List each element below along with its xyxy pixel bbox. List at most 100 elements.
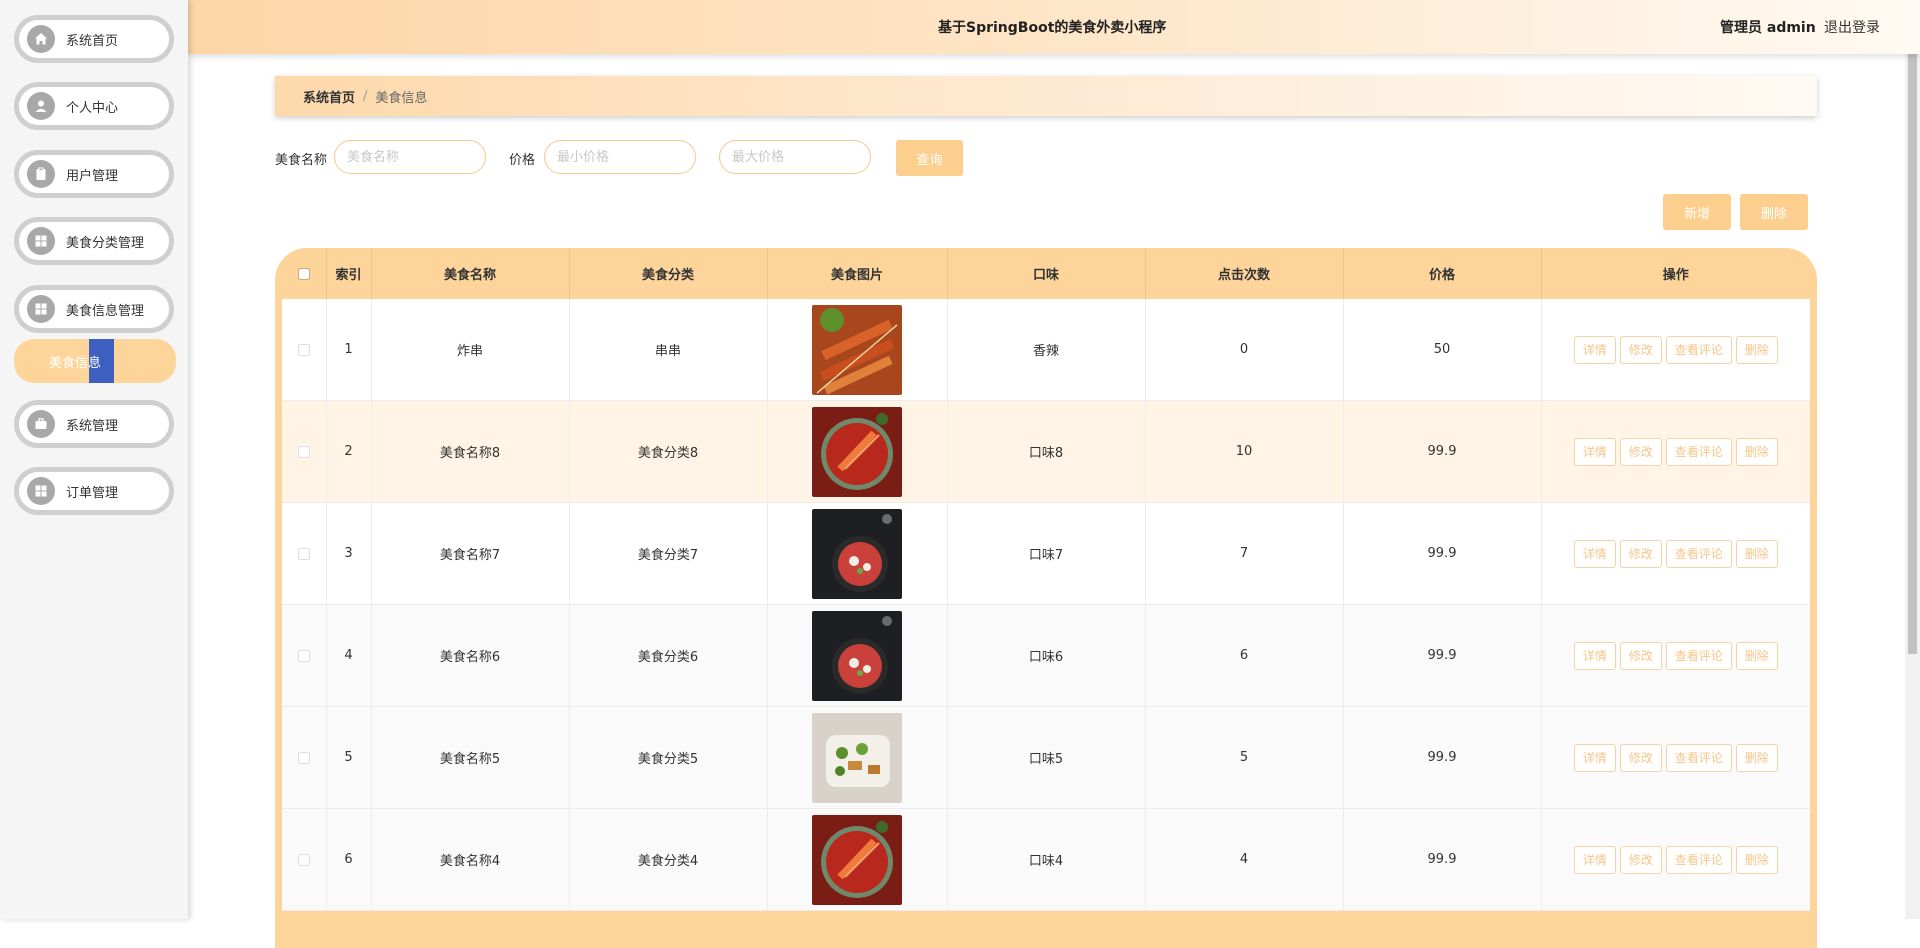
row-checkbox[interactable]: [297, 853, 310, 866]
table-row[interactable]: 3 美食名称7 美食分类7 口味7 7 99.9 详情 修改 查看评论 删除: [282, 502, 1810, 605]
cell-food-category: 美食分类4: [569, 808, 768, 911]
select-all-checkbox[interactable]: [297, 267, 310, 280]
cell-food-category: 串串: [569, 299, 768, 401]
row-checkbox[interactable]: [297, 343, 310, 356]
cell-price: 50: [1343, 299, 1542, 401]
delete-row-button[interactable]: 删除: [1735, 641, 1778, 670]
cell-food-category: 美食分类6: [569, 604, 768, 707]
batch-delete-button[interactable]: 删除: [1740, 194, 1808, 230]
delete-row-button[interactable]: 删除: [1735, 743, 1778, 772]
food-photo: [768, 610, 947, 701]
cell-price: 99.9: [1343, 808, 1542, 911]
table-row[interactable]: 4 美食名称6 美食分类6 口味6 6 99.9 详情 修改 查看评论 删除: [282, 604, 1810, 707]
max-price-input[interactable]: [719, 140, 871, 174]
scrollbar-thumb[interactable]: [1908, 2, 1917, 654]
column-header: 操作: [1541, 248, 1810, 299]
app-title: 基于SpringBoot的美食外卖小程序: [938, 20, 1167, 36]
query-button[interactable]: 查询: [896, 140, 963, 176]
detail-button[interactable]: 详情: [1573, 641, 1616, 670]
view-comments-button[interactable]: 查看评论: [1665, 743, 1732, 772]
column-header: 索引: [326, 248, 372, 299]
cell-flavor: 口味6: [947, 604, 1146, 707]
price-label: 价格: [509, 153, 536, 168]
add-button[interactable]: 新增: [1663, 194, 1731, 230]
sidebar-item-profile[interactable]: 个人中心: [14, 82, 174, 130]
row-checkbox[interactable]: [297, 445, 310, 458]
sidebar-subitem-food-info[interactable]: 美食信息: [14, 339, 176, 383]
cell-clicks: 10: [1145, 400, 1344, 503]
edit-button[interactable]: 修改: [1619, 539, 1662, 568]
top-header: 基于SpringBoot的美食外卖小程序 管理员 admin 退出登录: [188, 0, 1920, 54]
edit-button[interactable]: 修改: [1619, 335, 1662, 364]
edit-button[interactable]: 修改: [1619, 437, 1662, 466]
food-name-input[interactable]: [334, 140, 486, 174]
grid-icon: [27, 477, 55, 505]
food-photo: [768, 712, 947, 803]
cell-food-name: 美食名称4: [371, 808, 570, 911]
sidebar-subitem-label: 美食信息: [49, 355, 102, 371]
delete-row-button[interactable]: 删除: [1735, 335, 1778, 364]
sidebar: 系统首页 个人中心 用户管理 美食分类管理 美食信息管理 美食信息 系统管理 订…: [0, 0, 188, 919]
home-icon: [27, 25, 55, 53]
food-photo: [768, 814, 947, 905]
cell-price: 99.9: [1343, 502, 1542, 605]
delete-row-button[interactable]: 删除: [1735, 437, 1778, 466]
sidebar-item-label: 系统管理: [66, 418, 119, 434]
cell-food-name: 美食名称5: [371, 706, 570, 809]
delete-row-button[interactable]: 删除: [1735, 845, 1778, 874]
sidebar-item-label: 个人中心: [66, 100, 119, 116]
delete-row-button[interactable]: 删除: [1735, 539, 1778, 568]
clipboard-icon: [27, 160, 55, 188]
sidebar-item-home[interactable]: 系统首页: [14, 15, 174, 63]
header-select-all: [282, 248, 327, 299]
sidebar-item-label: 美食分类管理: [66, 235, 145, 251]
edit-button[interactable]: 修改: [1619, 743, 1662, 772]
detail-button[interactable]: 详情: [1573, 743, 1616, 772]
sidebar-item-food-category[interactable]: 美食分类管理: [14, 217, 174, 265]
vertical-scrollbar[interactable]: [1905, 0, 1920, 919]
cell-flavor: 口味8: [947, 400, 1146, 503]
row-select-cell: [282, 502, 327, 605]
breadcrumb-home[interactable]: 系统首页: [303, 87, 355, 106]
cell-clicks: 5: [1145, 706, 1344, 809]
table-row[interactable]: 5 美食名称5 美食分类5 口味5 5 99.9 详情 修改 查看评论 删除: [282, 706, 1810, 809]
detail-button[interactable]: 详情: [1573, 335, 1616, 364]
cell-food-image: [767, 808, 948, 911]
row-select-cell: [282, 808, 327, 911]
cell-flavor: 口味5: [947, 706, 1146, 809]
edit-button[interactable]: 修改: [1619, 641, 1662, 670]
row-checkbox[interactable]: [297, 547, 310, 560]
breadcrumb-separator: /: [363, 88, 368, 104]
table-row[interactable]: 2 美食名称8 美食分类8 口味8 10 99.9 详情 修改 查看评论 删除: [282, 400, 1810, 503]
sidebar-item-food-info[interactable]: 美食信息管理: [14, 285, 174, 333]
detail-button[interactable]: 详情: [1573, 845, 1616, 874]
row-checkbox[interactable]: [297, 751, 310, 764]
cell-clicks: 7: [1145, 502, 1344, 605]
breadcrumb-current: 美食信息: [375, 90, 428, 106]
sidebar-item-system[interactable]: 系统管理: [14, 400, 174, 448]
cell-flavor: 香辣: [947, 299, 1146, 401]
logout-link[interactable]: 退出登录: [1824, 17, 1880, 37]
sidebar-item-orders[interactable]: 订单管理: [14, 467, 174, 515]
table-row[interactable]: 1 炸串 串串 香辣 0 50 详情 修改 查看评论 删除: [282, 299, 1810, 401]
cell-food-image: [767, 706, 948, 809]
cell-operations: 详情 修改 查看评论 删除: [1541, 604, 1810, 707]
view-comments-button[interactable]: 查看评论: [1665, 845, 1732, 874]
table-row[interactable]: 6 美食名称4 美食分类4 口味4 4 99.9 详情 修改 查看评论 删除: [282, 808, 1810, 911]
detail-button[interactable]: 详情: [1573, 539, 1616, 568]
edit-button[interactable]: 修改: [1619, 845, 1662, 874]
cell-operations: 详情 修改 查看评论 删除: [1541, 299, 1810, 401]
view-comments-button[interactable]: 查看评论: [1665, 437, 1732, 466]
row-checkbox[interactable]: [297, 649, 310, 662]
min-price-input[interactable]: [544, 140, 696, 174]
view-comments-button[interactable]: 查看评论: [1665, 335, 1732, 364]
view-comments-button[interactable]: 查看评论: [1665, 539, 1732, 568]
sidebar-item-label: 订单管理: [66, 485, 119, 501]
cell-food-category: 美食分类5: [569, 706, 768, 809]
column-header: 美食分类: [569, 248, 768, 299]
view-comments-button[interactable]: 查看评论: [1665, 641, 1732, 670]
sidebar-item-users[interactable]: 用户管理: [14, 150, 174, 198]
cell-food-name: 美食名称6: [371, 604, 570, 707]
detail-button[interactable]: 详情: [1573, 437, 1616, 466]
sidebar-item-label: 美食信息管理: [66, 303, 145, 319]
